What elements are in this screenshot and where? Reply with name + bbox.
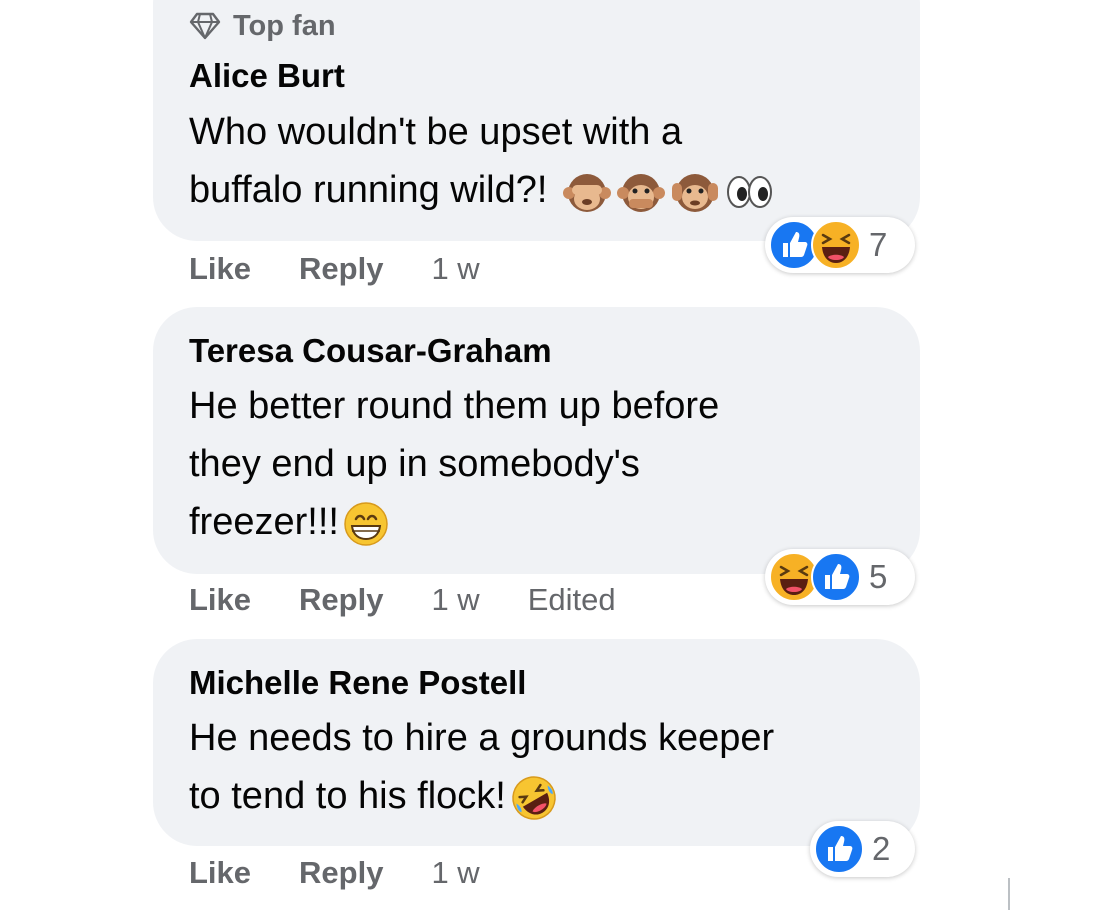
haha-reaction-icon — [811, 220, 861, 270]
scrollbar[interactable] — [1008, 878, 1010, 910]
comment-bubble: Teresa Cousar-Graham He better round the… — [153, 307, 920, 574]
reply-button[interactable]: Reply — [299, 251, 383, 287]
like-reaction-icon — [814, 824, 864, 874]
comment-bubble: Top fan Alice Burt Who wouldn't be upset… — [153, 0, 920, 241]
eyes-icon — [727, 175, 772, 208]
comment-text-line: Who wouldn't be upset with a — [189, 111, 683, 153]
like-button[interactable]: Like — [189, 251, 251, 287]
reply-button[interactable]: Reply — [299, 582, 383, 618]
comment-author[interactable]: Teresa Cousar-Graham — [189, 332, 552, 370]
comment-text-line-content: freezer!!! — [189, 501, 339, 543]
comment-actions: Like Reply 1 w Edited — [189, 580, 616, 620]
reactions-summary[interactable]: 2 — [810, 821, 915, 877]
comment-author[interactable]: Michelle Rene Postell — [189, 664, 526, 702]
like-button[interactable]: Like — [189, 582, 251, 618]
comment-text-line: He better round them up before — [189, 385, 720, 427]
comment-text-line: to tend to his flock! — [189, 767, 774, 825]
reactions-summary[interactable]: 5 — [765, 549, 915, 605]
reply-button[interactable]: Reply — [299, 855, 383, 891]
comment-text-line: freezer!!! — [189, 493, 719, 551]
like-reaction-icon — [811, 552, 861, 602]
speak-no-evil-monkey-icon — [617, 173, 665, 212]
comment-timestamp[interactable]: 1 w — [431, 855, 479, 891]
like-button[interactable]: Like — [189, 855, 251, 891]
comment-text-line-content: to tend to his flock! — [189, 775, 506, 817]
reactions-summary[interactable]: 7 — [765, 217, 915, 273]
comment-timestamp[interactable]: 1 w — [431, 251, 479, 287]
comment-text: Who wouldn't be upset with a buffalo run… — [189, 103, 774, 219]
comment-text: He better round them up before they end … — [189, 377, 719, 551]
comment-timestamp[interactable]: 1 w — [431, 582, 479, 618]
diamond-icon — [189, 12, 221, 40]
reaction-count: 7 — [869, 226, 888, 263]
comment-text-line: they end up in somebody's — [189, 443, 640, 485]
comment-text-line: buffalo running wild?! — [189, 161, 774, 219]
comment-author[interactable]: Alice Burt — [189, 57, 345, 95]
rolling-on-floor-laughing-icon — [512, 776, 556, 820]
see-no-evil-monkey-icon — [563, 173, 611, 212]
comment-text-line-content: buffalo running wild?! — [189, 169, 558, 211]
reaction-count: 2 — [872, 830, 891, 867]
comment-actions: Like Reply 1 w — [189, 853, 528, 893]
reaction-count: 5 — [869, 558, 888, 595]
comment-actions: Like Reply 1 w — [189, 249, 528, 289]
top-fan-badge[interactable]: Top fan — [189, 8, 336, 44]
edited-label[interactable]: Edited — [528, 582, 616, 618]
comment-text-line: He needs to hire a grounds keeper — [189, 717, 775, 759]
comment-text: He needs to hire a grounds keeper to ten… — [189, 709, 774, 825]
hear-no-evil-monkey-icon — [672, 173, 718, 212]
grinning-face-icon — [344, 502, 388, 546]
badge-label: Top fan — [233, 9, 336, 42]
comment-bubble: Michelle Rene Postell He needs to hire a… — [153, 639, 920, 846]
